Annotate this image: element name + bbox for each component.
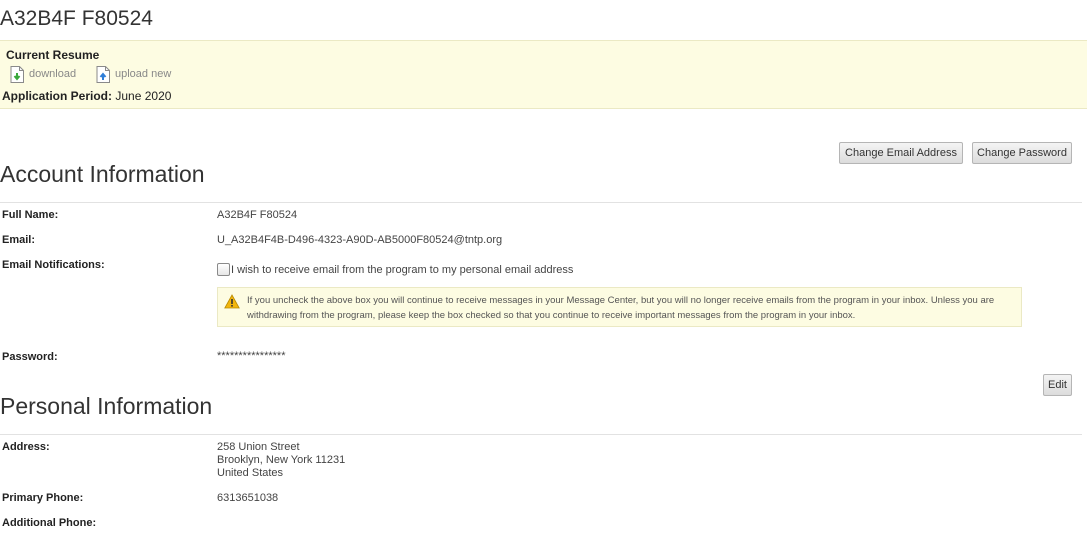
- warning-icon: [224, 294, 240, 309]
- account-divider: [0, 202, 1082, 203]
- email-value: U_A32B4F4B-D496-4323-A90D-AB5000F80524@t…: [217, 234, 503, 246]
- address-label: Address:: [2, 441, 50, 453]
- email-notifications-checkbox-label[interactable]: I wish to receive email from the program…: [231, 264, 573, 276]
- resume-panel: Current Resume download upload new Appli…: [0, 40, 1087, 109]
- email-notifications-label: Email Notifications:: [2, 259, 105, 271]
- email-notifications-row: I wish to receive email from the program…: [217, 263, 573, 276]
- upload-resume-link[interactable]: upload new: [96, 65, 171, 83]
- full-name-value: A32B4F F80524: [217, 209, 298, 221]
- address-line-country: United States: [217, 467, 284, 479]
- primary-phone-value: 6313651038: [217, 492, 279, 504]
- change-email-button[interactable]: Change Email Address: [839, 142, 963, 164]
- email-label: Email:: [2, 234, 36, 246]
- address-value: 258 Union Street Brooklyn, New York 1123…: [217, 441, 345, 480]
- primary-phone-label: Primary Phone:: [2, 492, 84, 504]
- account-information-heading: Account Information: [0, 161, 205, 187]
- application-period-value: June 2020: [115, 89, 172, 103]
- password-label: Password:: [2, 351, 58, 363]
- address-line-street: 258 Union Street: [217, 441, 300, 453]
- email-notifications-warning: If you uncheck the above box you will co…: [217, 287, 1022, 327]
- download-resume-link[interactable]: download: [10, 65, 76, 83]
- full-name-label: Full Name:: [2, 209, 59, 221]
- upload-doc-icon: [96, 65, 110, 83]
- personal-divider: [0, 434, 1082, 435]
- email-notifications-checkbox[interactable]: [217, 263, 230, 276]
- password-value: ****************: [217, 350, 286, 362]
- change-password-button[interactable]: Change Password: [972, 142, 1072, 164]
- profile-page: A32B4F F80524 Current Resume download up…: [0, 0, 1087, 555]
- resume-title: Current Resume: [6, 48, 100, 62]
- additional-phone-label: Additional Phone:: [2, 517, 97, 529]
- upload-label: upload new: [115, 68, 172, 80]
- application-period: Application Period: June 2020: [2, 89, 171, 103]
- download-doc-icon: [10, 65, 24, 83]
- page-title: A32B4F F80524: [0, 7, 153, 30]
- application-period-label: Application Period:: [2, 89, 113, 103]
- edit-personal-info-button[interactable]: Edit: [1043, 374, 1072, 396]
- personal-information-heading: Personal Information: [0, 393, 213, 419]
- warning-text: If you uncheck the above box you will co…: [247, 295, 995, 321]
- download-label: download: [29, 68, 77, 80]
- address-line-city: Brooklyn, New York 11231: [217, 454, 346, 466]
